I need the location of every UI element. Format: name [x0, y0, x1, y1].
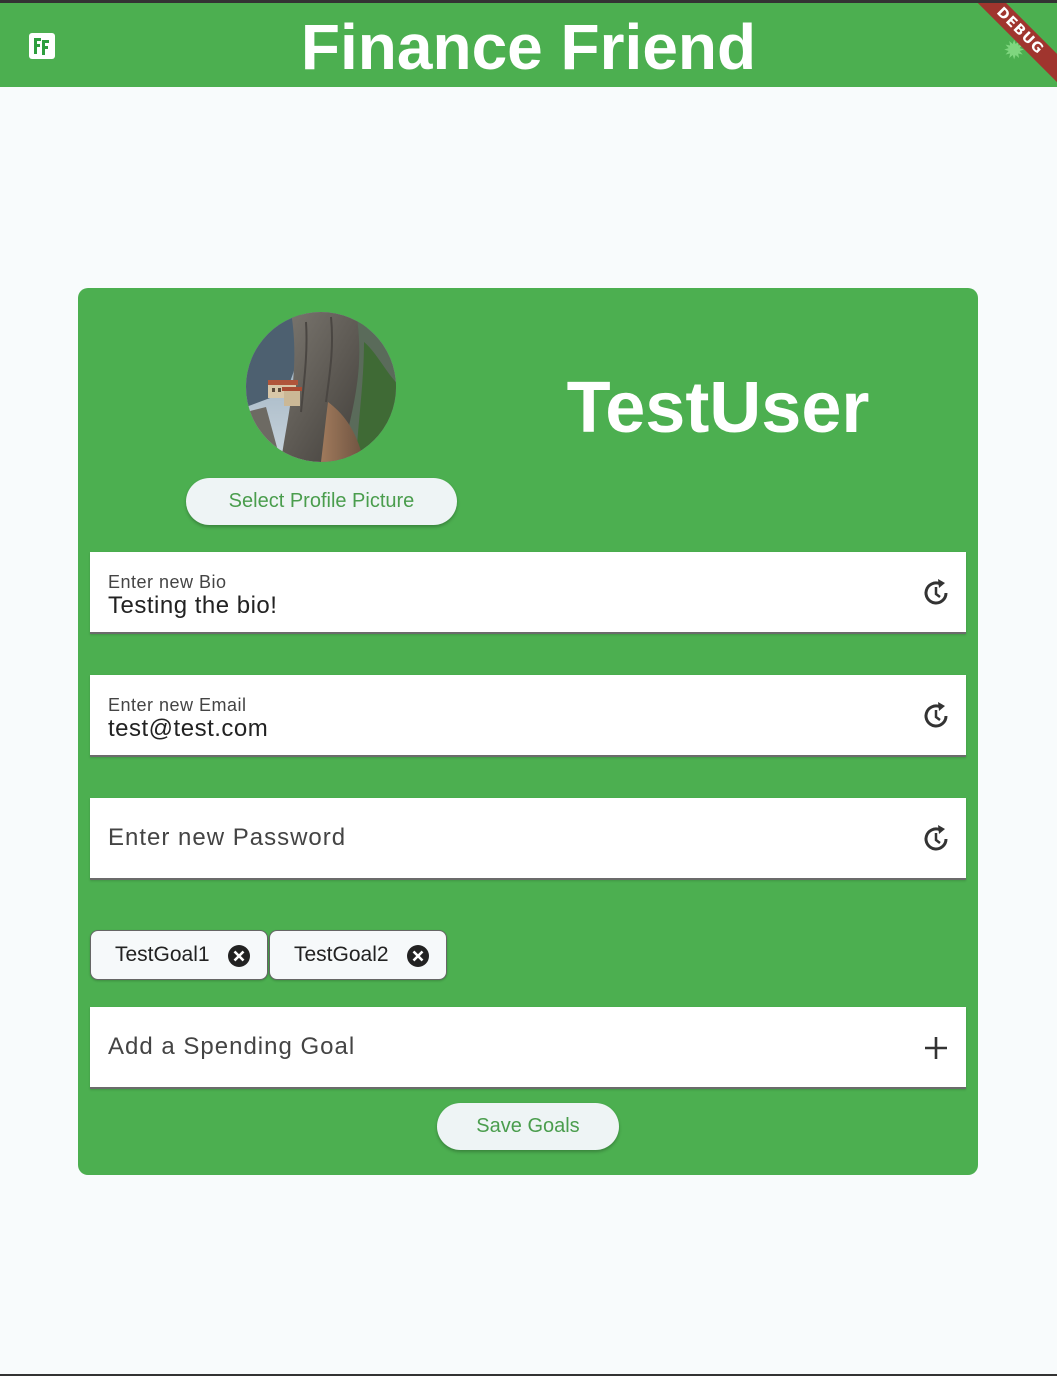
app-bar: Finance Friend ✹ DEBUG	[0, 3, 1057, 92]
app-title: Finance Friend	[300, 11, 757, 83]
email-reset-icon[interactable]	[920, 700, 952, 732]
cancel-circle-icon[interactable]	[406, 944, 430, 968]
cancel-circle-icon[interactable]	[227, 944, 251, 968]
goal-chip-label: TestGoal2	[294, 943, 389, 966]
bio-reset-icon[interactable]	[920, 577, 952, 609]
bio-field-label: Enter new Bio	[108, 572, 227, 592]
profile-card: Select Profile Picture TestUser Enter ne…	[78, 288, 978, 1175]
email-field-label: Enter new Email	[108, 695, 247, 715]
goal-chip[interactable]: TestGoal2	[269, 930, 447, 980]
email-field[interactable]: Enter new Email test@test.com	[90, 675, 966, 757]
username-heading: TestUser	[566, 368, 870, 448]
email-field-value[interactable]: test@test.com	[108, 715, 268, 743]
avatar	[246, 312, 396, 462]
plus-icon[interactable]	[920, 1032, 952, 1064]
password-field[interactable]: Enter new Password	[90, 798, 966, 880]
password-reset-icon[interactable]	[920, 823, 952, 855]
password-field-placeholder: Enter new Password	[108, 824, 347, 851]
goal-chip[interactable]: TestGoal1	[90, 930, 268, 980]
profile-picture-image	[246, 312, 396, 462]
add-goal-placeholder: Add a Spending Goal	[108, 1033, 356, 1060]
bio-field[interactable]: Enter new Bio Testing the bio!	[90, 552, 966, 634]
save-goals-button[interactable]: Save Goals	[437, 1103, 619, 1150]
goal-chip-label: TestGoal1	[115, 943, 210, 966]
app-window: Finance Friend ✹ DEBUG Select Profile Pi…	[0, 0, 1057, 1376]
bio-field-value[interactable]: Testing the bio!	[108, 592, 277, 620]
select-profile-picture-button[interactable]: Select Profile Picture	[186, 478, 457, 525]
add-goal-field[interactable]: Add a Spending Goal	[90, 1007, 966, 1089]
